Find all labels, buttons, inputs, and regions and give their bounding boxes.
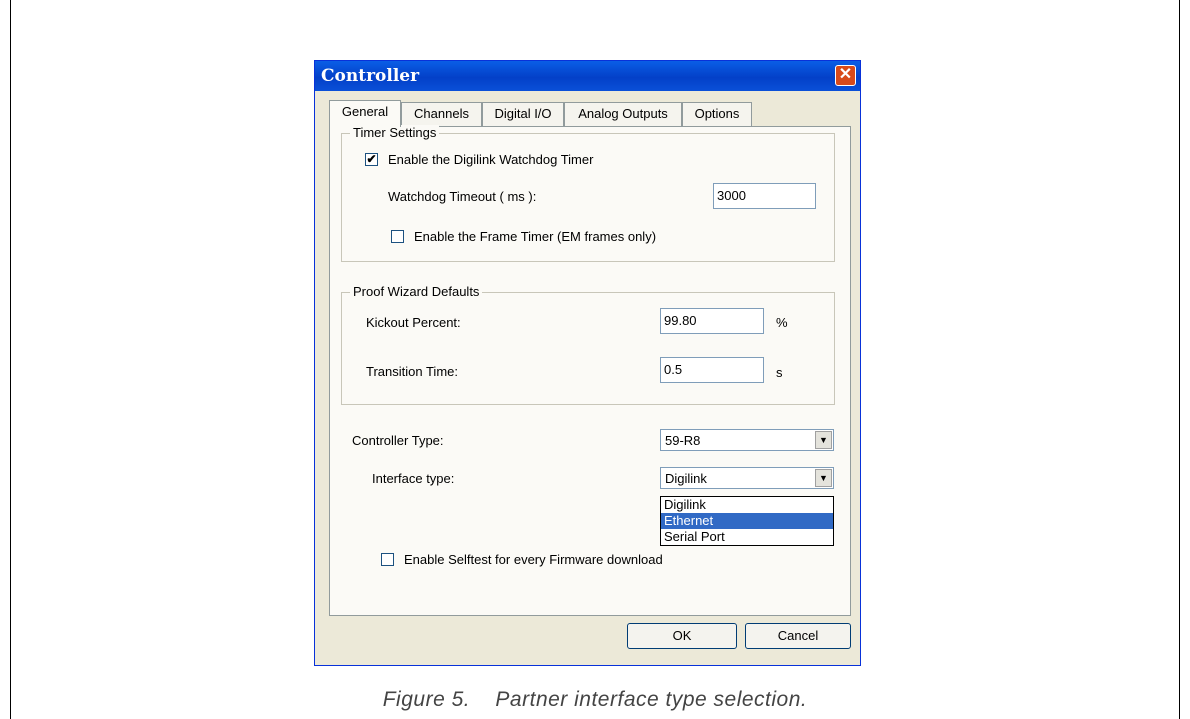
ok-button[interactable]: OK xyxy=(627,623,737,649)
timer-settings-legend: Timer Settings xyxy=(350,125,440,140)
tab-analog-outputs[interactable]: Analog Outputs xyxy=(564,102,682,126)
interface-type-select[interactable]: Digilink ▼ xyxy=(660,467,834,489)
enable-frame-timer-checkbox[interactable] xyxy=(391,230,404,243)
tab-channels[interactable]: Channels xyxy=(401,102,482,126)
transition-time-input[interactable]: 0.5 xyxy=(660,357,764,383)
figure-caption: Figure 5. Partner interface type selecti… xyxy=(0,688,1190,712)
controller-type-select[interactable]: 59-R8 ▼ xyxy=(660,429,834,451)
checkmark-icon: ✔ xyxy=(366,152,377,166)
controller-type-value: 59-R8 xyxy=(665,433,701,448)
interface-option-serial-port[interactable]: Serial Port xyxy=(661,529,833,545)
title-bar[interactable]: Controller ✕ xyxy=(315,61,860,91)
interface-type-dropdown-list: Digilink Ethernet Serial Port xyxy=(660,496,834,546)
interface-type-label: Interface type: xyxy=(372,471,455,486)
watchdog-timeout-label: Watchdog Timeout ( ms ): xyxy=(388,189,537,204)
enable-selftest-label: Enable Selftest for every Firmware downl… xyxy=(404,552,663,567)
close-button[interactable]: ✕ xyxy=(835,65,856,86)
controller-type-label: Controller Type: xyxy=(352,433,444,448)
interface-option-digilink[interactable]: Digilink xyxy=(661,497,833,513)
chevron-down-icon[interactable]: ▼ xyxy=(815,469,832,487)
kickout-percent-input[interactable]: 99.80 xyxy=(660,308,764,334)
kickout-percent-unit: % xyxy=(776,315,788,330)
window-title: Controller xyxy=(321,66,420,86)
close-icon: ✕ xyxy=(838,66,853,83)
transition-time-unit: s xyxy=(776,365,783,380)
cancel-button[interactable]: Cancel xyxy=(745,623,851,649)
watchdog-timeout-input[interactable]: 3000 xyxy=(713,183,816,209)
enable-selftest-checkbox[interactable] xyxy=(381,553,394,566)
tab-general[interactable]: General xyxy=(329,100,401,127)
transition-time-label: Transition Time: xyxy=(366,364,458,379)
figure-caption-text: Figure 5. Partner interface type selecti… xyxy=(382,688,808,711)
enable-frame-timer-label: Enable the Frame Timer (EM frames only) xyxy=(414,229,657,244)
enable-watchdog-label: Enable the Digilink Watchdog Timer xyxy=(388,152,594,167)
interface-option-ethernet[interactable]: Ethernet xyxy=(661,513,833,529)
tab-digital-io[interactable]: Digital I/O xyxy=(482,102,564,126)
proof-wizard-legend: Proof Wizard Defaults xyxy=(350,284,483,299)
kickout-percent-label: Kickout Percent: xyxy=(366,315,461,330)
enable-watchdog-checkbox[interactable]: ✔ xyxy=(365,153,378,166)
chevron-down-icon[interactable]: ▼ xyxy=(815,431,832,449)
tab-options[interactable]: Options xyxy=(682,102,752,126)
interface-type-value: Digilink xyxy=(665,471,707,486)
